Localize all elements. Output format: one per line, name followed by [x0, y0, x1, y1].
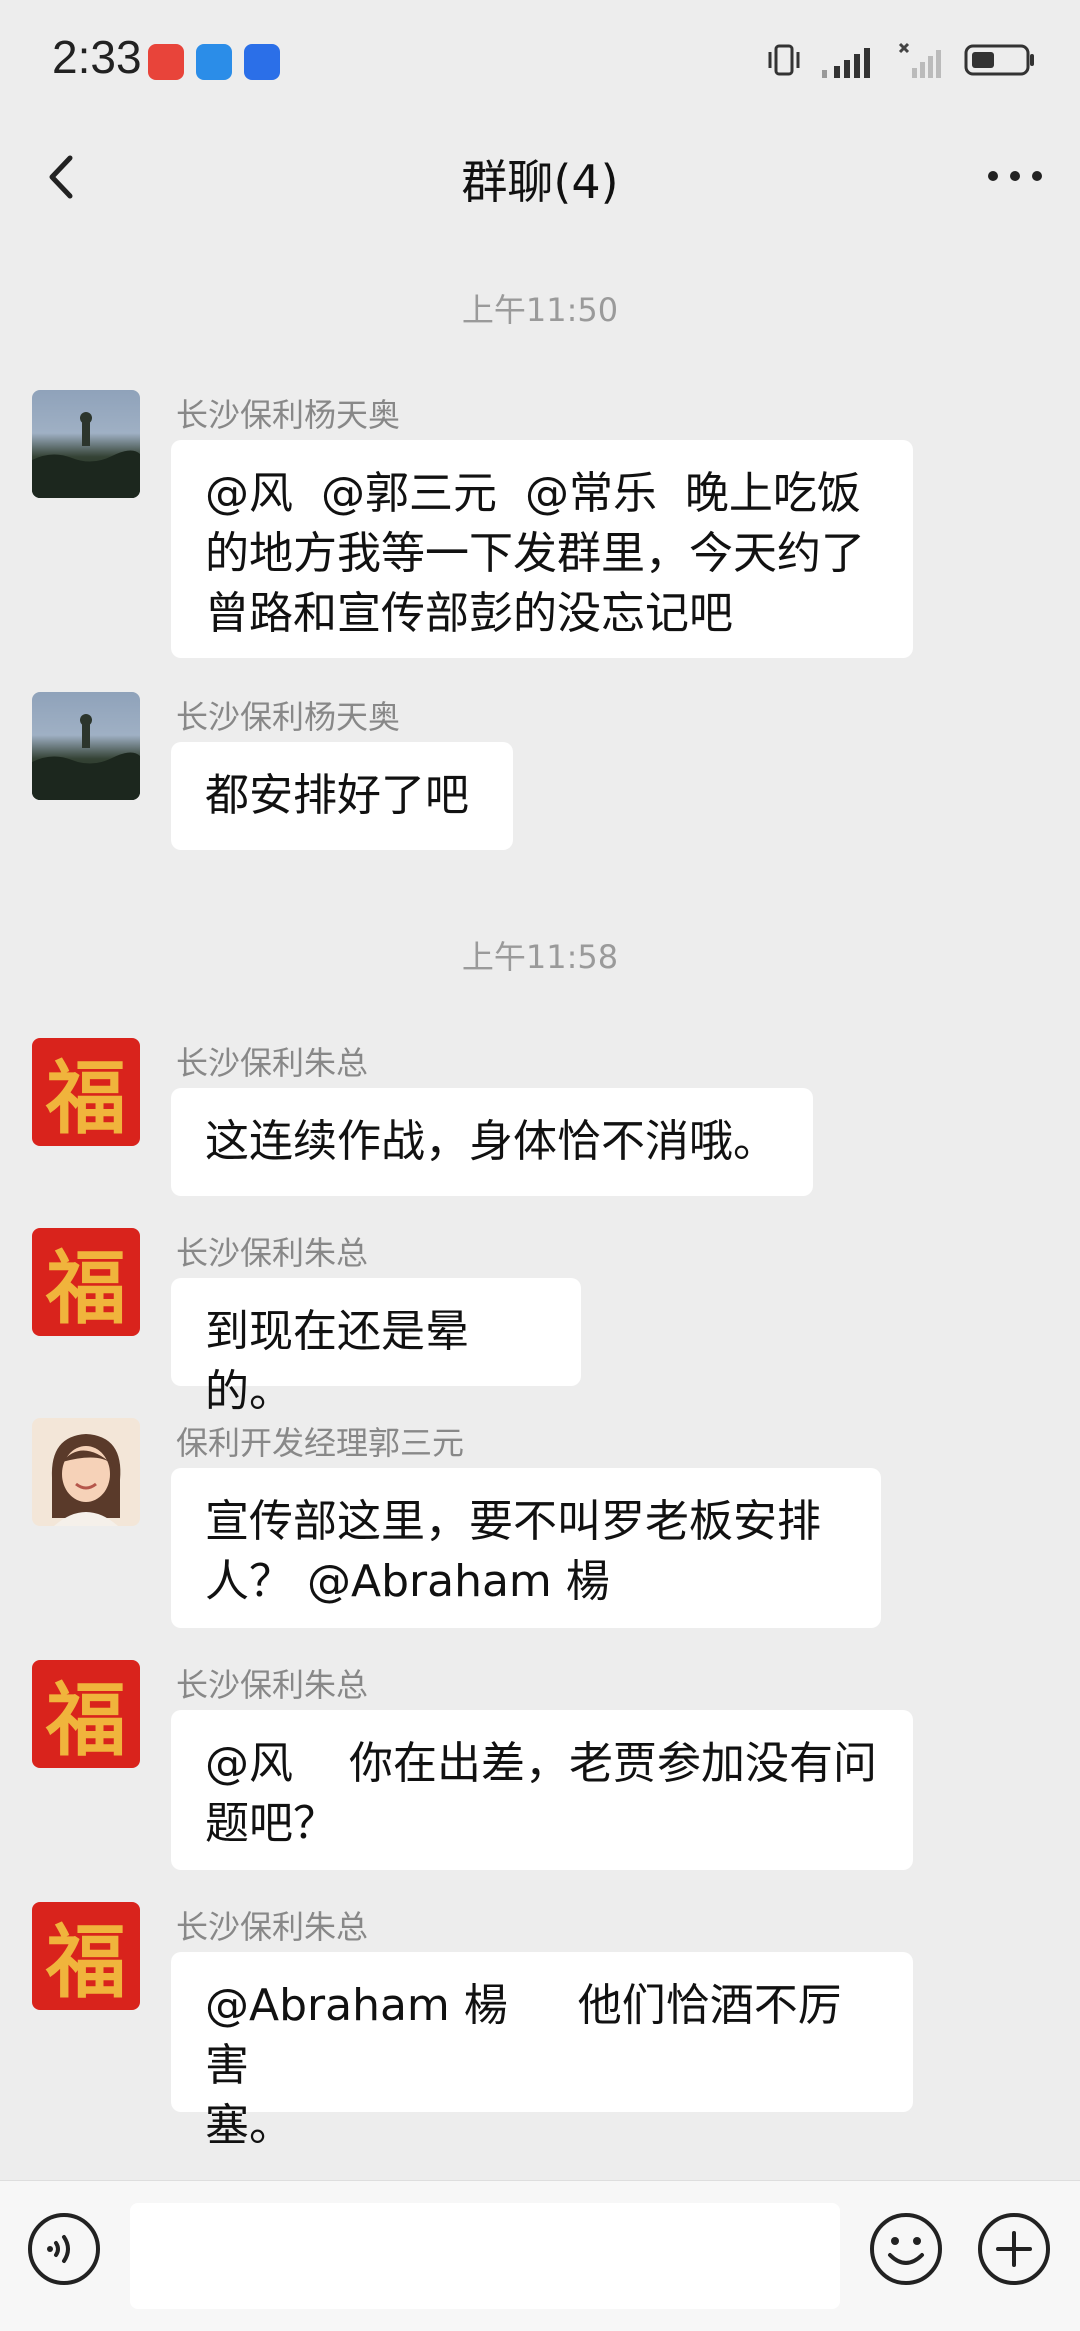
signal-off-icon [898, 42, 941, 78]
fu-character-avatar: 福 [46, 1674, 126, 1767]
vibrate-icon [768, 44, 800, 76]
message-bubble[interactable]: 都安排好了吧 [171, 742, 513, 850]
sender-avatar[interactable]: 福 [32, 1660, 140, 1768]
more-options-icon[interactable] [980, 146, 1050, 206]
message-input[interactable] [130, 2203, 840, 2309]
sender-avatar[interactable] [32, 1418, 140, 1526]
fu-character-avatar: 福 [46, 1916, 126, 2009]
fu-character-avatar: 福 [46, 1242, 126, 1335]
sender-name: 长沙保利朱总 [176, 1044, 369, 1082]
sender-avatar[interactable] [32, 692, 140, 800]
huawei-app-icon [148, 44, 184, 80]
message-bubble[interactable]: 这连续作战，身体恰不消哦。 [171, 1088, 813, 1196]
status-time: 2:33 [52, 31, 142, 83]
sender-name: 保利开发经理郭三元 [176, 1424, 465, 1462]
sender-avatar[interactable] [32, 390, 140, 498]
message-bubble[interactable]: @风 @郭三元 @常乐 晚上吃饭 的地方我等一下发群里，今天约了 曾路和宣传部彭… [171, 440, 913, 658]
sender-name: 长沙保利朱总 [176, 1666, 369, 1704]
sender-name: 长沙保利杨天奥 [176, 396, 401, 434]
add-more-icon[interactable] [976, 2211, 1052, 2287]
message-bubble[interactable]: @Abraham 楊 他们恰酒不厉害 塞。 [171, 1952, 913, 2151]
status-indicators [764, 40, 1036, 80]
voice-input-icon[interactable] [26, 2211, 102, 2287]
landscape-photo-avatar [32, 714, 140, 800]
sender-name: 长沙保利杨天奥 [176, 698, 401, 736]
input-bar [0, 2180, 1080, 2331]
woman-portrait-avatar [51, 1434, 121, 1526]
emoji-icon[interactable] [868, 2211, 944, 2287]
chat-header: 群聊(4) [0, 120, 1080, 230]
battery-icon [964, 44, 1034, 76]
timestamp: 上午11:58 [461, 938, 619, 976]
sender-name: 长沙保利朱总 [176, 1234, 369, 1272]
status-bar: 2:33 [0, 0, 1080, 120]
signal-icon [822, 48, 870, 78]
chat-title: 群聊(4) [461, 155, 619, 209]
fu-character-avatar: 福 [46, 1052, 126, 1145]
assistant-app-icon [196, 44, 232, 80]
message-bubble[interactable]: 到现在还是晕的。 [171, 1278, 581, 1417]
message-bubble[interactable]: @风 你在出差，老贾参加没有问 题吧？ [171, 1710, 913, 1870]
voice-app-icon [244, 44, 280, 80]
sender-name: 长沙保利朱总 [176, 1908, 369, 1946]
sender-avatar[interactable]: 福 [32, 1228, 140, 1336]
landscape-photo-avatar [32, 412, 140, 498]
sender-avatar[interactable]: 福 [32, 1038, 140, 1146]
timestamp: 上午11:50 [461, 291, 619, 329]
sender-avatar[interactable]: 福 [32, 1902, 140, 2010]
message-bubble[interactable]: 宣传部这里，要不叫罗老板安排 人？ @Abraham 楊 [171, 1468, 881, 1628]
